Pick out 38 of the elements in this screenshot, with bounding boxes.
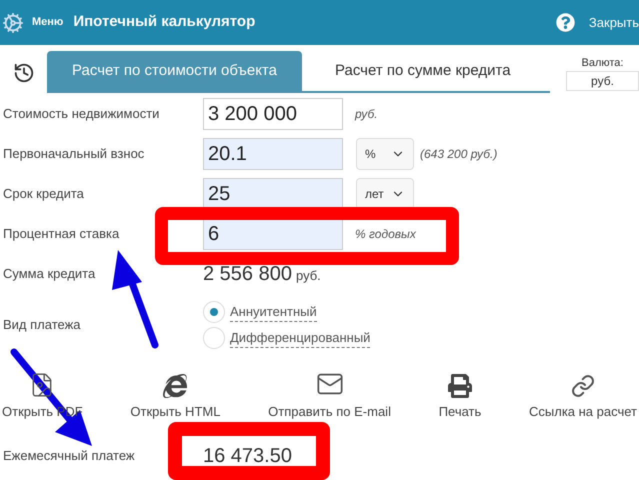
radio-label[interactable]: Аннуитентный: [230, 302, 317, 322]
window-title: Ипотечный калькулятор: [73, 12, 256, 32]
printer-icon: [448, 374, 472, 398]
input-field[interactable]: 25: [203, 178, 343, 210]
action-button[interactable]: Отправить по E-mail: [268, 368, 391, 422]
currency-label: Валюта:: [582, 56, 624, 70]
unit-select[interactable]: лет: [356, 178, 414, 210]
field-label: Стоимость недвижимости: [3, 105, 160, 124]
field-label: Сумма кредита: [3, 265, 96, 284]
radio-button[interactable]: [203, 301, 225, 323]
action-button[interactable]: Ссылка на расчет: [529, 368, 637, 422]
currency-select[interactable]: руб.: [566, 71, 639, 91]
monthly-payment-value: 16 473.50: [203, 444, 292, 468]
field-label: Ежемесячный платеж: [3, 446, 136, 465]
help-icon[interactable]: [556, 13, 575, 32]
input-field[interactable]: 6: [203, 218, 343, 250]
field-label: Процентная ставка: [3, 225, 120, 244]
action-button[interactable]: Печать: [438, 368, 482, 422]
radio-label[interactable]: Дифференцированный: [230, 328, 370, 348]
menu-button[interactable]: Меню: [32, 14, 64, 31]
unit-label: % годовых: [355, 226, 416, 243]
action-button[interactable]: Открыть HTML: [130, 368, 220, 422]
note-text: (643 200 руб.): [420, 146, 498, 163]
history-icon[interactable]: [12, 62, 34, 84]
field-label: Вид платежа: [3, 316, 82, 334]
unit-select[interactable]: %: [356, 138, 414, 170]
link-icon: [571, 374, 595, 398]
field-label: Первоначальный взнос: [3, 145, 146, 164]
input-field[interactable]: 20.1: [203, 138, 343, 170]
result-value: 2 556 800: [203, 262, 292, 287]
unit-label: руб.: [296, 267, 321, 285]
close-button[interactable]: Закрыть: [588, 12, 639, 32]
input-field[interactable]: 3 200 000: [203, 98, 343, 130]
radio-button[interactable]: [203, 327, 225, 349]
unit-label: руб.: [355, 106, 378, 123]
browser-icon: [163, 374, 188, 398]
gears-icon: [2, 12, 24, 34]
field-label: Срок кредита: [3, 185, 85, 204]
